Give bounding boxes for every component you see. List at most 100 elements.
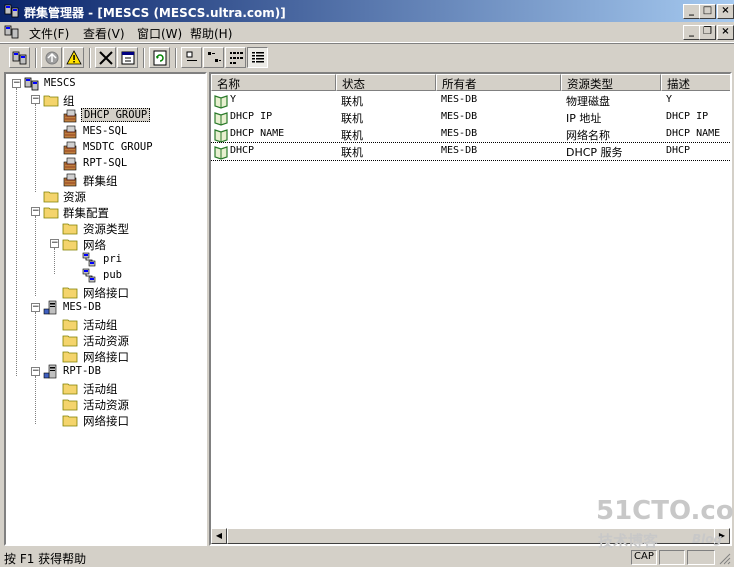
cell-state: 联机 <box>341 146 363 159</box>
group-icon <box>63 141 77 155</box>
tree-label-selected: DHCP GROUP <box>81 108 151 122</box>
tree-label: 活动资源 <box>83 334 129 348</box>
status-text: 按 F1 获得帮助 <box>4 552 87 566</box>
tree-label: 活动组 <box>83 382 118 396</box>
column-header-state[interactable]: 状态 <box>336 74 436 91</box>
properties-button[interactable] <box>117 47 138 68</box>
toolbar-separator <box>89 48 91 68</box>
title-bar[interactable]: 群集管理器 - [MESCS (MESCS.ultra.com)] _ □ × <box>0 0 734 22</box>
refresh-button[interactable] <box>149 47 170 68</box>
tree-item-root[interactable]: − MESCS <box>6 76 205 92</box>
tree-item-groups[interactable]: − 组 <box>6 92 205 108</box>
tree-item-network[interactable]: pub <box>6 268 205 284</box>
tree-item-group[interactable]: MES-SQL <box>6 124 205 140</box>
list-pane[interactable]: 名称 状态 所有者 资源类型 描述 Y 联机 MES-DB 物理磁盘 Y DHC… <box>209 72 732 546</box>
tree-label: 群集配置 <box>63 206 109 220</box>
tree-item-node[interactable]: − MES-DB <box>6 300 205 316</box>
menu-file[interactable]: 文件(F) <box>29 25 69 42</box>
list-row-focused[interactable]: DHCP 联机 MES-DB DHCP 服务 DHCP <box>211 142 730 161</box>
folder-icon <box>62 351 78 363</box>
folder-icon <box>62 319 78 331</box>
menu-window[interactable]: 窗口(W) <box>137 25 182 42</box>
status-bar: 按 F1 获得帮助 CAP <box>0 548 734 566</box>
child-close-button[interactable]: × <box>717 25 734 40</box>
tree-item-active-resources[interactable]: 活动资源 <box>6 396 205 412</box>
tree-item-resources[interactable]: 资源 <box>6 188 205 204</box>
cluster-icon <box>24 77 39 91</box>
tree-item-networks[interactable]: − 网络 <box>6 236 205 252</box>
list-row[interactable]: DHCP IP 联机 MES-DB IP 地址 DHCP IP <box>211 109 730 126</box>
tree-item-group[interactable]: 群集组 <box>6 172 205 188</box>
collapse-toggle[interactable]: − <box>50 239 59 248</box>
toolbar <box>0 43 734 72</box>
collapse-toggle[interactable]: − <box>31 207 40 216</box>
tree-item-resource-types[interactable]: 资源类型 <box>6 220 205 236</box>
tree-item-group[interactable]: DHCP GROUP <box>6 108 205 124</box>
list-view-button[interactable] <box>225 47 246 68</box>
list-row[interactable]: DHCP NAME 联机 MES-DB 网络名称 DHCP NAME <box>211 126 730 143</box>
child-restore-button[interactable]: ❐ <box>699 25 716 40</box>
collapse-toggle[interactable]: − <box>31 303 40 312</box>
tree-item-node[interactable]: − RPT-DB <box>6 364 205 380</box>
tree-label: MES-DB <box>63 301 101 313</box>
scroll-left-button[interactable]: ◀ <box>211 528 227 544</box>
tree-item-network-interfaces[interactable]: 网络接口 <box>6 348 205 364</box>
tree-item-network-interfaces[interactable]: 网络接口 <box>6 412 205 428</box>
maximize-button[interactable]: □ <box>699 4 716 19</box>
column-header-type[interactable]: 资源类型 <box>561 74 661 91</box>
network-icon <box>82 268 96 283</box>
details-view-button[interactable] <box>247 47 268 68</box>
tree-label: RPT-DB <box>63 365 101 377</box>
folder-icon <box>62 335 78 347</box>
status-panel <box>687 550 715 565</box>
cell-name: DHCP <box>230 145 255 156</box>
resource-online-icon <box>214 146 228 160</box>
column-header-name[interactable]: 名称 <box>211 74 336 91</box>
collapse-toggle[interactable]: − <box>31 95 40 104</box>
tree-pane[interactable]: − MESCS − 组 DHCP GROUP MES-SQL MSDTC GRO… <box>4 72 207 546</box>
folder-open-icon <box>43 207 59 219</box>
tree-label: 活动组 <box>83 318 118 332</box>
tree-label: MESCS <box>44 77 76 89</box>
take-offline-warning-icon <box>65 49 82 64</box>
minimize-button[interactable]: _ <box>683 4 700 19</box>
cell-owner: MES-DB <box>441 94 478 105</box>
server-node-icon <box>43 300 57 315</box>
cell-name: DHCP NAME <box>230 128 285 139</box>
menu-view[interactable]: 查看(V) <box>83 25 125 42</box>
tree-item-network-interfaces[interactable]: 网络接口 <box>6 284 205 300</box>
tree-item-group[interactable]: RPT-SQL <box>6 156 205 172</box>
tree-item-network[interactable]: pri <box>6 252 205 268</box>
bring-online-button[interactable] <box>41 47 62 68</box>
tree-label: 资源类型 <box>83 222 129 236</box>
tree-label: 活动资源 <box>83 398 129 412</box>
tree-item-active-groups[interactable]: 活动组 <box>6 380 205 396</box>
cell-desc: DHCP IP <box>666 111 709 122</box>
close-button[interactable]: × <box>717 4 734 19</box>
tree-label: 组 <box>63 94 75 108</box>
delete-button[interactable] <box>95 47 116 68</box>
child-minimize-button[interactable]: _ <box>683 25 700 40</box>
tree-item-group[interactable]: MSDTC GROUP <box>6 140 205 156</box>
take-offline-button[interactable] <box>63 47 84 68</box>
menu-bar: 文件(F) 查看(V) 窗口(W) 帮助(H) _ ❐ × <box>0 22 734 43</box>
resource-online-icon <box>214 112 228 126</box>
tree-item-cluster-config[interactable]: − 群集配置 <box>6 204 205 220</box>
resize-grip-icon[interactable] <box>718 552 731 565</box>
list-row[interactable]: Y 联机 MES-DB 物理磁盘 Y <box>211 92 730 109</box>
collapse-toggle[interactable]: − <box>12 79 21 88</box>
menu-help[interactable]: 帮助(H) <box>190 25 232 42</box>
small-icons-button[interactable] <box>203 47 224 68</box>
column-header-desc[interactable]: 描述 <box>661 74 730 91</box>
cell-desc: DHCP <box>666 145 691 156</box>
column-header-owner[interactable]: 所有者 <box>436 74 561 91</box>
collapse-toggle[interactable]: − <box>31 367 40 376</box>
mmc-doc-icon[interactable] <box>4 24 20 40</box>
folder-icon <box>62 415 78 427</box>
list-icon <box>229 51 243 64</box>
tree-item-active-groups[interactable]: 活动组 <box>6 316 205 332</box>
tree-item-active-resources[interactable]: 活动资源 <box>6 332 205 348</box>
large-icons-button[interactable] <box>181 47 202 68</box>
open-connection-button[interactable] <box>9 47 30 68</box>
tree-label: 网络接口 <box>83 286 129 300</box>
